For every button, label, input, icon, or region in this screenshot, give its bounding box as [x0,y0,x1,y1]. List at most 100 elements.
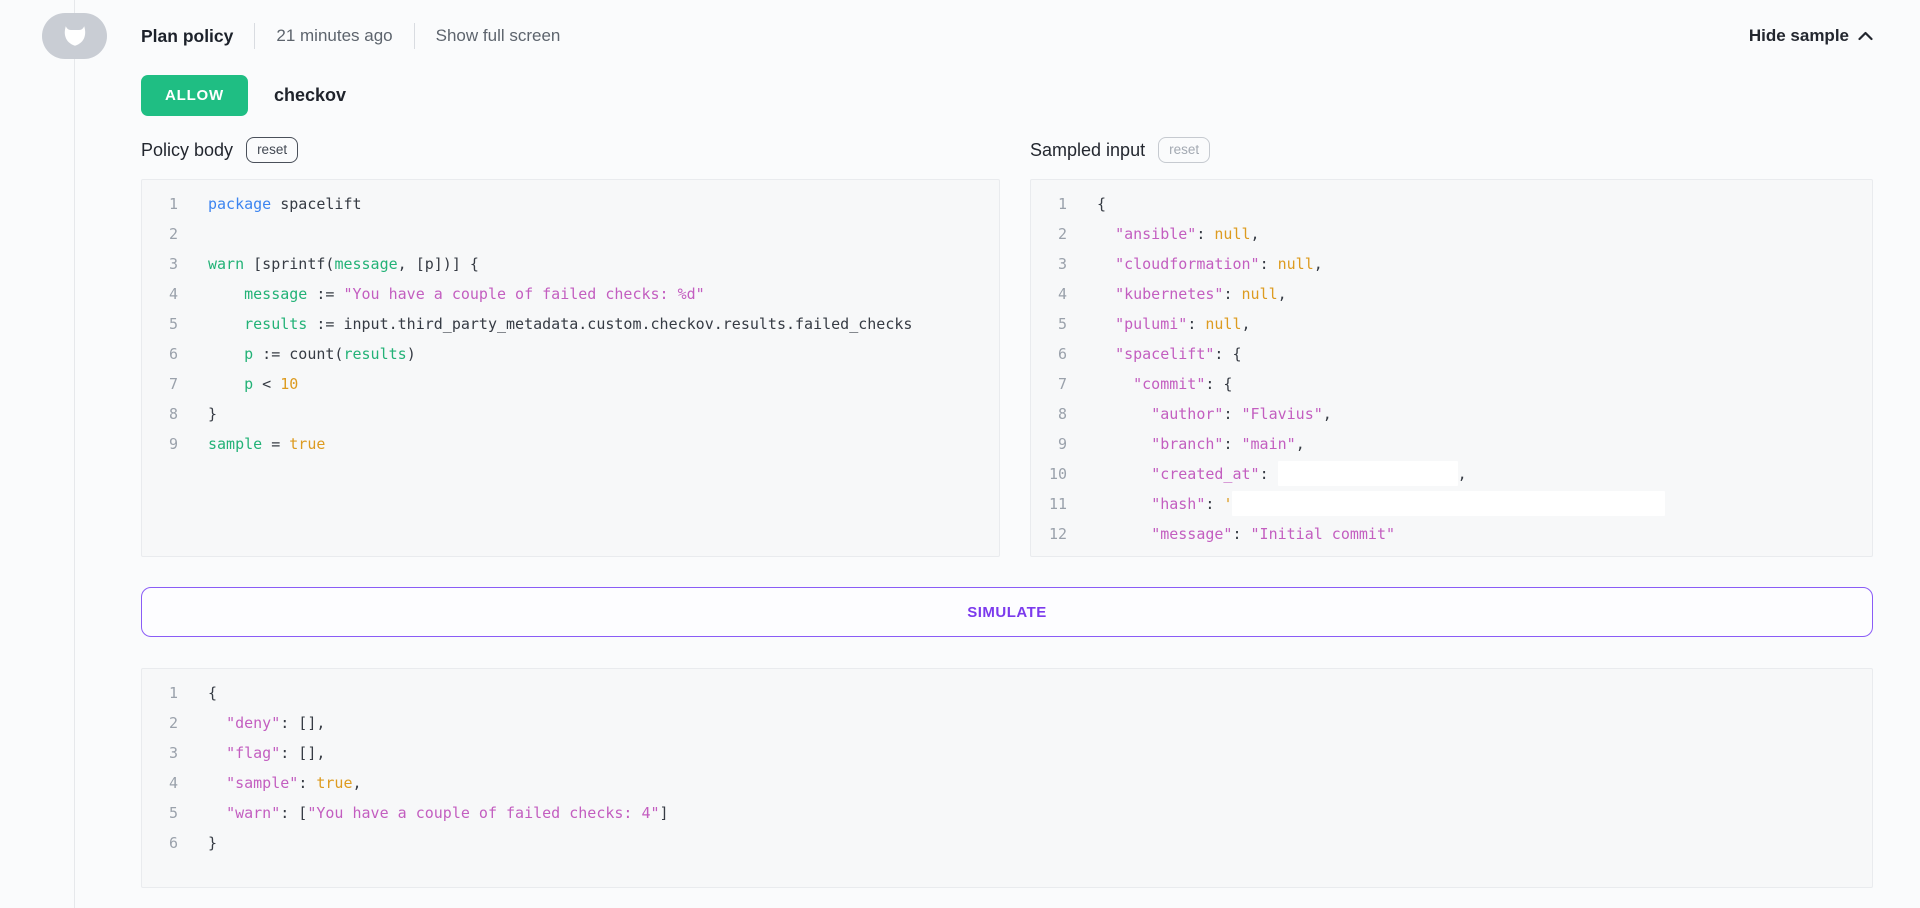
code-line: 10 "created_at": , [1043,459,1872,489]
line-number: 1 [154,678,178,708]
code-token: warn [208,255,244,273]
code-line: 4 message := "You have a couple of faile… [154,279,999,309]
code-token: , [1242,315,1251,333]
code-token [208,375,244,393]
code-token: : [1232,525,1250,543]
code-token [208,774,226,792]
code-token: , [1251,225,1260,243]
code-text: package spacelift [208,189,362,219]
code-token: ] [660,804,669,822]
code-token: : [1223,285,1241,303]
line-number: 4 [1043,279,1067,309]
line-number: 6 [1043,339,1067,369]
code-text: "pulumi": null, [1097,309,1251,339]
code-text: "kubernetes": null, [1097,279,1287,309]
line-number: 6 [154,828,178,858]
code-token: "spacelift" [1115,345,1214,363]
code-token [1097,375,1133,393]
code-token: : [1223,435,1241,453]
code-token: , [p])] { [398,255,479,273]
line-number: 2 [1043,219,1067,249]
code-token: "You have a couple of failed checks: %d" [343,285,704,303]
show-full-screen-link[interactable]: Show full screen [436,26,561,46]
code-text: "sample": true, [208,768,362,798]
code-text: "commit": { [1097,369,1232,399]
policy-body-header: Policy body reset [141,133,298,167]
code-token [1097,255,1115,273]
code-line: 5 results := input.third_party_metadata.… [154,309,999,339]
code-token [1097,285,1115,303]
code-token: "kubernetes" [1115,285,1223,303]
code-text: "branch": "main", [1097,429,1305,459]
code-token [1097,525,1151,543]
code-token: : { [1205,375,1232,393]
code-token: p [244,345,253,363]
page-title: Plan policy [141,26,233,47]
code-token [1097,315,1115,333]
policy-body-title: Policy body [141,140,233,161]
policy-body-editor[interactable]: 1package spacelift23warn [sprintf(messag… [141,179,1000,557]
line-number: 3 [154,738,178,768]
code-text: "message": "Initial commit" [1097,519,1395,549]
sampled-input-reset-button[interactable]: reset [1158,137,1210,163]
line-number: 1 [154,189,178,219]
code-token: < [253,375,280,393]
code-line: 12 "message": "Initial commit" [1043,519,1872,549]
code-token: "cloudformation" [1115,255,1260,273]
code-token: "message" [1151,525,1232,543]
sampled-input-title: Sampled input [1030,140,1145,161]
header-divider [414,23,415,49]
code-line: 9 "branch": "main", [1043,429,1872,459]
timestamp: 21 minutes ago [276,26,392,46]
sampled-input-editor[interactable]: 1{2 "ansible": null,3 "cloudformation": … [1030,179,1873,557]
code-line: 7 "commit": { [1043,369,1872,399]
policy-name: checkov [274,85,346,106]
hide-sample-toggle[interactable]: Hide sample [1749,26,1873,46]
line-number: 11 [1043,489,1067,519]
code-token: , [1278,285,1287,303]
policy-reset-button[interactable]: reset [246,137,298,163]
code-text: warn [sprintf(message, [p])] { [208,249,479,279]
code-token: ) [407,345,416,363]
code-token [1097,495,1151,513]
code-token: "Flavius" [1242,405,1323,423]
code-line: 9sample = true [154,429,999,459]
code-token: message [244,285,307,303]
code-token: 10 [280,375,298,393]
code-token: [sprintf( [244,255,334,273]
code-text: "hash": ' [1097,489,1665,519]
code-token: "branch" [1151,435,1223,453]
code-token [208,345,244,363]
code-text: { [208,678,217,708]
code-token: "commit" [1133,375,1205,393]
code-token: := input.third_party_metadata.custom.che… [307,315,912,333]
simulate-button[interactable]: SIMULATE [141,587,1873,637]
code-token: "warn" [226,804,280,822]
code-token: "main" [1242,435,1296,453]
code-line: 5 "pulumi": null, [1043,309,1872,339]
code-token: , [1314,255,1323,273]
code-token [208,714,226,732]
code-token: : [1260,465,1278,483]
line-number: 7 [1043,369,1067,399]
code-line: 7 p < 10 [154,369,999,399]
code-text: p := count(results) [208,339,416,369]
code-text: } [208,399,217,429]
code-token: : { [1214,345,1241,363]
line-number: 2 [154,219,178,249]
code-text: } [208,828,217,858]
code-line: 2 "deny": [], [154,708,1872,738]
code-text: p < 10 [208,369,298,399]
code-text: results := input.third_party_metadata.cu… [208,309,912,339]
code-token: : [], [280,744,325,762]
hide-sample-label: Hide sample [1749,26,1849,46]
line-number: 5 [154,798,178,828]
code-line: 1 package spacelift [154,189,999,219]
code-token: true [316,774,352,792]
code-text: "ansible": null, [1097,219,1260,249]
code-line: 4 "kubernetes": null, [1043,279,1872,309]
line-number: 1 [1043,189,1067,219]
code-token: p [244,375,253,393]
line-number: 5 [154,309,178,339]
line-number: 3 [1043,249,1067,279]
